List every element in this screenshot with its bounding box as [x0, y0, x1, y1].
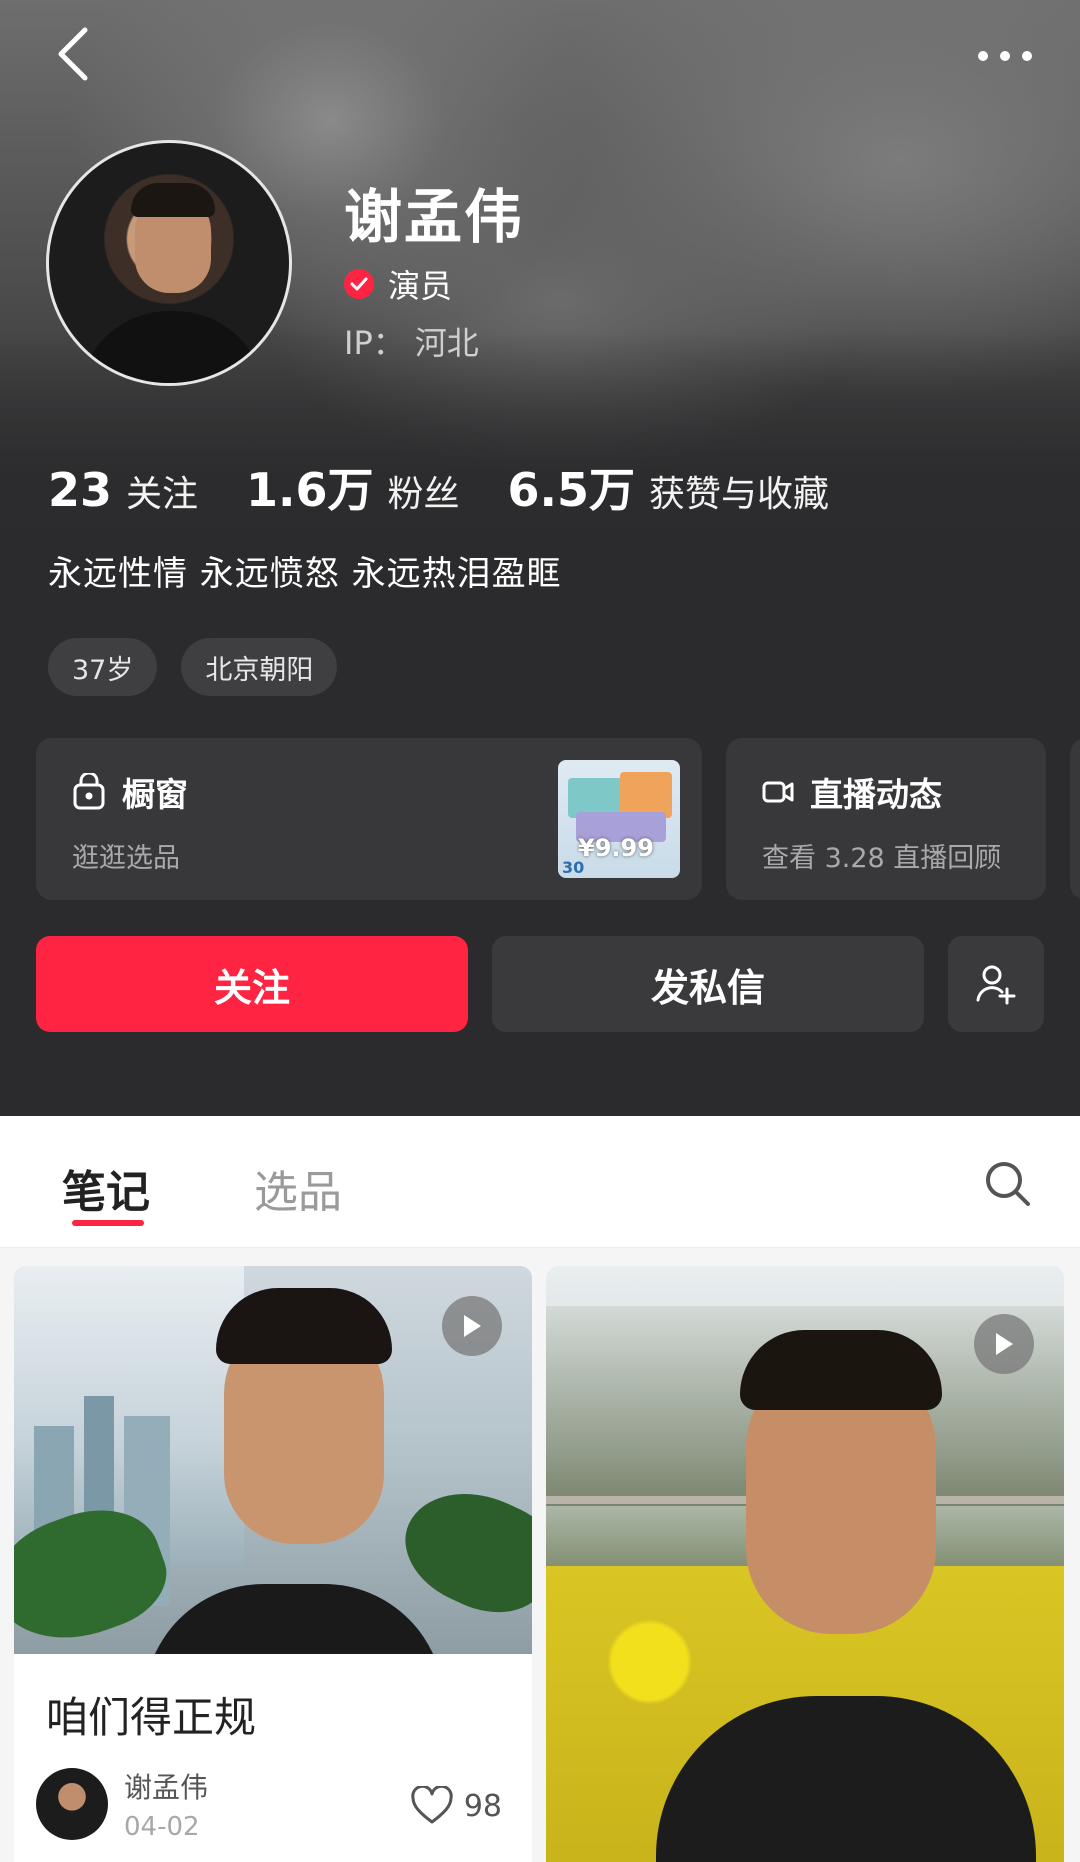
profile-header: 谢孟伟 演员 IP： 河北 23 关注 1.6万 粉丝 6.5万 获赞与收藏 永… — [0, 0, 1080, 1116]
content-tabs: 笔记 选品 — [0, 1116, 1080, 1248]
shop-card-subtitle: 逛逛选品 — [72, 843, 180, 874]
author-name: 谢孟伟 — [124, 1771, 209, 1804]
search-icon — [986, 1162, 1030, 1206]
notes-feed: 咱们得正规 谢孟伟 04-02 98 — [0, 1248, 1080, 1862]
follow-button[interactable]: 关注 — [36, 936, 468, 1032]
back-arrow-icon — [58, 27, 88, 81]
message-button[interactable]: 发私信 — [492, 936, 924, 1032]
heart-icon — [411, 1786, 453, 1824]
live-card-subtitle: 查看 3.28 直播回顾 — [762, 843, 1002, 874]
note-author[interactable]: 谢孟伟 04-02 — [36, 1766, 208, 1842]
bio: 永远性情 永远愤怒 永远热泪盈眶 — [48, 554, 562, 594]
profile-page: 谢孟伟 演员 IP： 河北 23 关注 1.6万 粉丝 6.5万 获赞与收藏 永… — [0, 0, 1080, 1862]
feature-cards: 橱窗 逛逛选品 ¥9.99 30 直播动态 查看 3.28 直播回顾 — [36, 738, 1046, 900]
next-card-peek[interactable] — [1070, 738, 1080, 900]
note-title: 咱们得正规 — [46, 1693, 257, 1742]
shop-bag-icon — [73, 773, 105, 810]
add-friend-button[interactable] — [948, 936, 1044, 1032]
like-button[interactable]: 98 — [410, 1786, 502, 1826]
action-buttons: 关注 发私信 — [36, 936, 1044, 1032]
tag-location: 北京朝阳 — [181, 638, 338, 696]
play-icon — [974, 1314, 1034, 1374]
stat-followers[interactable]: 1.6万 粉丝 — [246, 454, 460, 520]
stat-following[interactable]: 23 关注 — [48, 463, 198, 517]
play-icon — [442, 1296, 502, 1356]
live-card[interactable]: 直播动态 查看 3.28 直播回顾 — [726, 738, 1046, 900]
ip-location: IP： 河北 — [344, 324, 479, 362]
stat-likes[interactable]: 6.5万 获赞与收藏 — [508, 454, 830, 520]
more-dots-icon — [978, 51, 1032, 61]
more-button[interactable] — [970, 36, 1040, 76]
profile-name: 谢孟伟 — [344, 183, 525, 251]
tab-notes[interactable]: 笔记 — [62, 1156, 150, 1220]
note-thumbnail — [546, 1266, 1064, 1862]
search-button[interactable] — [980, 1156, 1036, 1212]
product-price: ¥9.99 — [578, 834, 654, 862]
tag-age: 37岁 — [48, 638, 158, 696]
video-camera-icon — [762, 781, 794, 803]
verified-icon — [344, 269, 374, 299]
role-row: 演员 — [344, 262, 452, 306]
stats-row: 23 关注 1.6万 粉丝 6.5万 获赞与收藏 — [48, 454, 877, 520]
tag-list: 37岁 北京朝阳 — [48, 638, 338, 696]
note-date: 04-02 — [124, 1812, 200, 1842]
active-tab-indicator — [72, 1220, 144, 1226]
like-count: 98 — [463, 1788, 502, 1824]
live-card-title: 直播动态 — [810, 775, 942, 814]
note-card[interactable] — [546, 1266, 1064, 1862]
tab-products[interactable]: 选品 — [254, 1156, 342, 1220]
shop-card-title: 橱窗 — [122, 775, 188, 814]
role-label: 演员 — [388, 267, 453, 305]
note-thumbnail — [14, 1266, 532, 1654]
author-avatar — [36, 1768, 108, 1840]
add-friend-icon — [976, 965, 1016, 1005]
avatar[interactable] — [46, 140, 292, 386]
note-card[interactable]: 咱们得正规 谢孟伟 04-02 98 — [14, 1266, 532, 1862]
shop-card[interactable]: 橱窗 逛逛选品 ¥9.99 30 — [36, 738, 702, 900]
back-button[interactable] — [42, 24, 102, 84]
product-thumbnail[interactable]: ¥9.99 30 — [558, 760, 680, 878]
